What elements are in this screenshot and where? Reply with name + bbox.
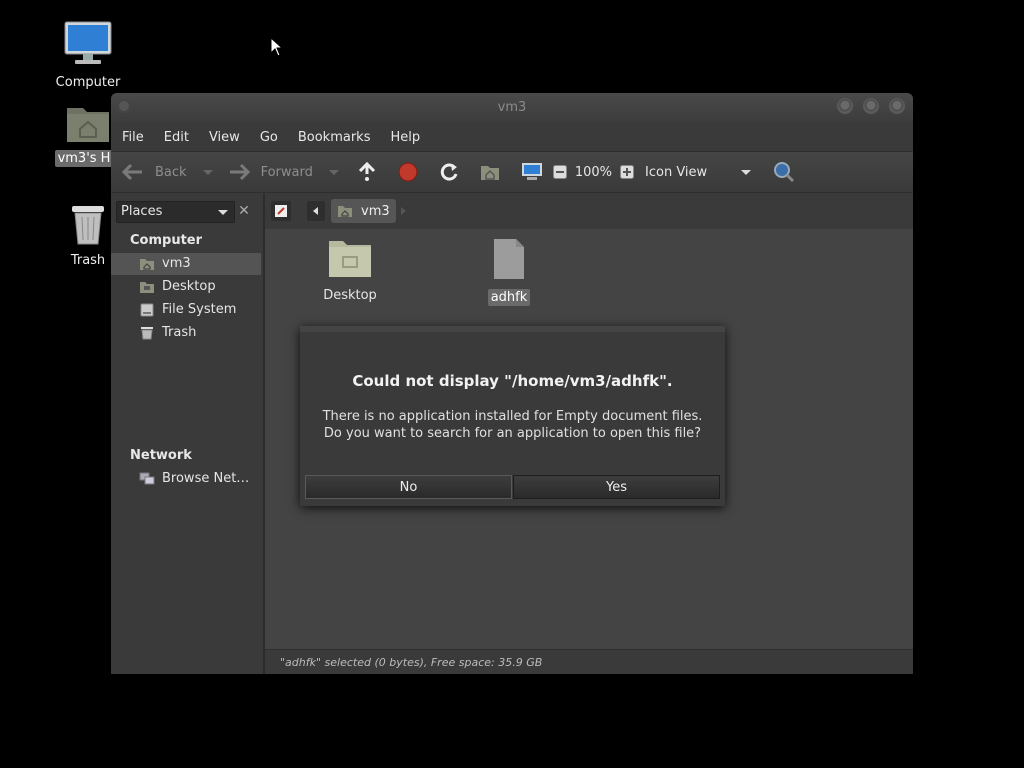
path-scroll-right-icon[interactable] <box>401 207 406 215</box>
sidebar-heading-computer: Computer <box>130 233 203 248</box>
search-button[interactable] <box>773 161 795 183</box>
title-bar[interactable]: vm3 <box>111 93 913 123</box>
toggle-location-entry-button[interactable] <box>271 201 291 221</box>
zoom-in-icon <box>620 165 635 179</box>
computer-icon <box>64 21 112 64</box>
sidebar-item-label: File System <box>162 302 237 317</box>
home-folder-icon <box>67 108 109 142</box>
window-title: vm3 <box>497 100 527 115</box>
sidebar-item-trash[interactable]: Trash <box>111 322 261 344</box>
sidebar-item-label: vm3 <box>162 256 191 271</box>
mouse-cursor-icon <box>270 37 284 57</box>
maximize-button[interactable] <box>863 98 879 114</box>
folder-icon <box>329 241 371 277</box>
dialog-message-line: There is no application installed for Em… <box>322 409 703 424</box>
file-item-label: adhfk <box>487 289 531 306</box>
sidebar-type-select[interactable]: Places <box>116 201 235 223</box>
window-menu-button[interactable] <box>117 99 131 113</box>
home-button[interactable] <box>480 163 500 181</box>
path-segment-vm3[interactable]: vm3 <box>331 199 396 223</box>
back-label: Back <box>155 164 187 180</box>
zoom-out-button[interactable] <box>552 165 567 179</box>
stop-button[interactable] <box>398 162 418 182</box>
empty-document-icon <box>494 239 524 279</box>
path-segment-label: vm3 <box>361 203 390 219</box>
desktop-icon-label: Trash <box>70 253 106 268</box>
yes-button-label: Yes <box>606 480 627 495</box>
sidebar-item-label: Browse Net… <box>162 471 250 486</box>
back-button[interactable]: Back <box>121 162 187 182</box>
back-arrow-icon <box>121 163 142 181</box>
up-button[interactable] <box>357 161 377 183</box>
home-folder-icon <box>140 259 154 270</box>
sidebar-item-vm3[interactable]: vm3 <box>111 253 261 275</box>
menu-bar: File Edit View Go Bookmarks Help <box>111 123 913 151</box>
up-arrow-icon <box>358 161 375 181</box>
sidebar-heading-network: Network <box>130 448 192 463</box>
search-icon <box>774 162 795 183</box>
menu-go[interactable]: Go <box>260 130 278 145</box>
forward-history-dropdown[interactable] <box>328 169 339 175</box>
trash-icon <box>72 206 104 245</box>
menu-view[interactable]: View <box>209 130 240 145</box>
file-item-desktop[interactable]: Desktop <box>310 237 390 304</box>
file-item-adhfk[interactable]: adhfk <box>469 237 549 306</box>
dialog-message-line: Do you want to search for an application… <box>323 426 702 441</box>
file-item-label: Desktop <box>323 288 377 303</box>
sidebar-item-browse-network[interactable]: Browse Net… <box>111 468 261 490</box>
menu-file[interactable]: File <box>122 130 144 145</box>
trash-icon <box>141 327 153 340</box>
close-button[interactable] <box>889 98 905 114</box>
desktop-icon-label: Computer <box>55 75 121 90</box>
chevron-down-icon <box>218 210 228 215</box>
sidebar-item-desktop[interactable]: Desktop <box>111 276 261 298</box>
computer-icon <box>521 163 542 180</box>
forward-label: Forward <box>260 164 313 180</box>
minimize-button[interactable] <box>837 98 853 114</box>
view-mode-dropdown-icon[interactable] <box>741 169 752 175</box>
stop-icon <box>398 162 418 182</box>
status-bar: "adhfk" selected (0 bytes), Free space: … <box>265 649 913 674</box>
forward-button[interactable]: Forward <box>227 162 313 182</box>
menu-edit[interactable]: Edit <box>164 130 189 145</box>
edit-pencil-icon <box>275 205 287 217</box>
chevron-left-icon <box>313 207 318 215</box>
desktop-icon-computer[interactable]: Computer <box>43 20 133 91</box>
computer-button[interactable] <box>521 162 543 182</box>
error-dialog: Could not display "/home/vm3/adhfk". The… <box>300 326 725 506</box>
path-bar: vm3 <box>265 193 913 229</box>
home-folder-icon <box>480 166 499 180</box>
no-button-label: No <box>399 480 418 495</box>
menu-bookmarks[interactable]: Bookmarks <box>298 130 371 145</box>
dialog-message: There is no application installed for Em… <box>300 408 725 442</box>
close-sidebar-icon[interactable]: ✕ <box>233 201 255 221</box>
desktop-folder-icon <box>140 282 154 293</box>
zoom-level: 100% <box>574 164 613 180</box>
sidebar-item-label: Desktop <box>162 279 216 294</box>
back-history-dropdown[interactable] <box>202 169 213 175</box>
zoom-in-button[interactable] <box>620 165 635 179</box>
drive-icon <box>140 303 154 317</box>
forward-arrow-icon <box>229 163 250 181</box>
sidebar-item-label: Trash <box>162 325 197 340</box>
dialog-title: Could not display "/home/vm3/adhfk". <box>352 372 673 390</box>
toolbar: Back Forward 100% Icon View <box>111 151 913 193</box>
sidebar-item-file-system[interactable]: File System <box>111 299 261 321</box>
sidebar-type-label: Places <box>121 204 163 219</box>
network-icon <box>139 472 155 485</box>
menu-help[interactable]: Help <box>390 130 420 145</box>
yes-button[interactable]: Yes <box>513 475 720 499</box>
path-scroll-left-button[interactable] <box>307 201 325 221</box>
view-mode-select[interactable]: Icon View <box>645 165 741 180</box>
sidebar: Places ✕ Computer vm3 Desktop File Syste <box>111 193 265 674</box>
zoom-out-icon <box>552 165 567 179</box>
home-folder-icon <box>338 206 352 217</box>
no-button[interactable]: No <box>305 475 512 499</box>
reload-icon <box>440 163 458 181</box>
reload-button[interactable] <box>439 162 459 182</box>
